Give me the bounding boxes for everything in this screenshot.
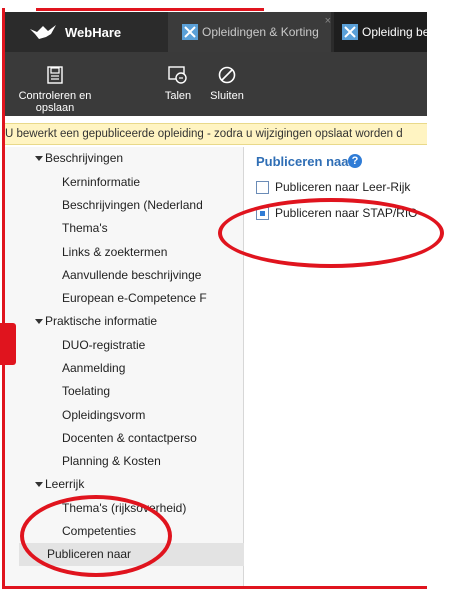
close-button[interactable]: Sluiten: [207, 52, 247, 116]
option-stap-rio-label: Publiceren naar STAP/RIO: [275, 206, 418, 220]
sidebar-item-opleidingsvorm[interactable]: Opleidingsvorm: [5, 404, 243, 427]
sidebar-item-aanvullende[interactable]: Aanvullende beschrijvinge: [5, 264, 243, 287]
sidebar-item-docenten[interactable]: Docenten & contactperso: [5, 427, 243, 450]
save-disk-icon: [47, 66, 63, 84]
save-button-label: Controleren en opslaan: [18, 90, 92, 114]
checkbox-leer-rijk[interactable]: [256, 180, 269, 194]
option-leer-rijk-label: Publiceren naar Leer-Rijk: [275, 180, 411, 194]
app-grid-icon: [182, 24, 198, 40]
sidebar-item-competenties[interactable]: Competenties: [5, 520, 243, 543]
sidebar-item-aanmelding[interactable]: Aanmelding: [5, 357, 243, 380]
app-grid-icon: [342, 24, 358, 40]
sidebar-item-themas-rijksoverheid[interactable]: Thema's (rijksoverheid): [5, 497, 243, 520]
sidebar-group-leerrijk[interactable]: Leerrijk: [5, 473, 243, 496]
sidebar-item-publiceren-naar[interactable]: Publiceren naar: [19, 543, 271, 566]
sidebar-item-themas[interactable]: Thema's: [5, 217, 243, 240]
help-icon[interactable]: ?: [348, 154, 362, 168]
sidebar-item-links-zoektermen[interactable]: Links & zoektermen: [5, 241, 243, 264]
tab-opleidingen-label: Opleidingen & Korting: [202, 25, 319, 39]
annotation-underline: [36, 8, 264, 11]
close-circle-icon: [218, 66, 236, 84]
tab-webhare-label: WebHare: [65, 25, 122, 40]
webhare-logo-icon: [30, 25, 56, 39]
languages-icon: [168, 66, 187, 84]
toolbar: Controleren en opslaan Talen Sluiten: [5, 52, 427, 116]
sidebar-group-beschrijvingen[interactable]: Beschrijvingen: [5, 147, 243, 170]
annotation-marker: [0, 323, 16, 365]
sidebar-item-duo-registratie[interactable]: DUO-registratie: [5, 334, 243, 357]
sidebar-item-planning-kosten[interactable]: Planning & Kosten: [5, 450, 243, 473]
published-warning-banner: U bewerkt een gepubliceerde opleiding - …: [5, 123, 427, 145]
sidebar-item-toelating[interactable]: Toelating: [5, 380, 243, 403]
tab-opleidingen-korting[interactable]: Opleidingen & Korting ×: [168, 12, 331, 52]
sidebar-item-ecompetence[interactable]: European e-Competence F: [5, 287, 243, 310]
page-title: Publiceren naar: [256, 154, 354, 169]
tab-webhare-home[interactable]: WebHare: [5, 12, 165, 52]
tab-close-icon[interactable]: ×: [325, 15, 331, 27]
option-leer-rijk[interactable]: Publiceren naar Leer-Rijk: [256, 179, 410, 195]
sidebar-group-praktische-informatie[interactable]: Praktische informatie: [5, 310, 243, 333]
tab-bar: WebHare Opleidingen & Korting × Opleidin…: [5, 12, 427, 52]
option-stap-rio[interactable]: Publiceren naar STAP/RIO: [256, 205, 418, 221]
annotation-left-bar: [2, 8, 5, 589]
tab-opleiding-label: Opleiding be: [362, 25, 427, 39]
save-button[interactable]: Controleren en opslaan: [5, 52, 105, 116]
languages-button[interactable]: Talen: [163, 52, 193, 116]
close-button-label: Sluiten: [210, 90, 244, 102]
sidebar-item-kerninformatie[interactable]: Kerninformatie: [5, 171, 243, 194]
sidebar: Beschrijvingen Kerninformatie Beschrijvi…: [5, 147, 271, 587]
checkbox-stap-rio[interactable]: [256, 206, 269, 220]
tab-opleiding-active[interactable]: Opleiding be: [334, 12, 427, 52]
sidebar-item-beschrijvingen-nl[interactable]: Beschrijvingen (Nederland: [5, 194, 243, 217]
languages-button-label: Talen: [164, 90, 192, 102]
